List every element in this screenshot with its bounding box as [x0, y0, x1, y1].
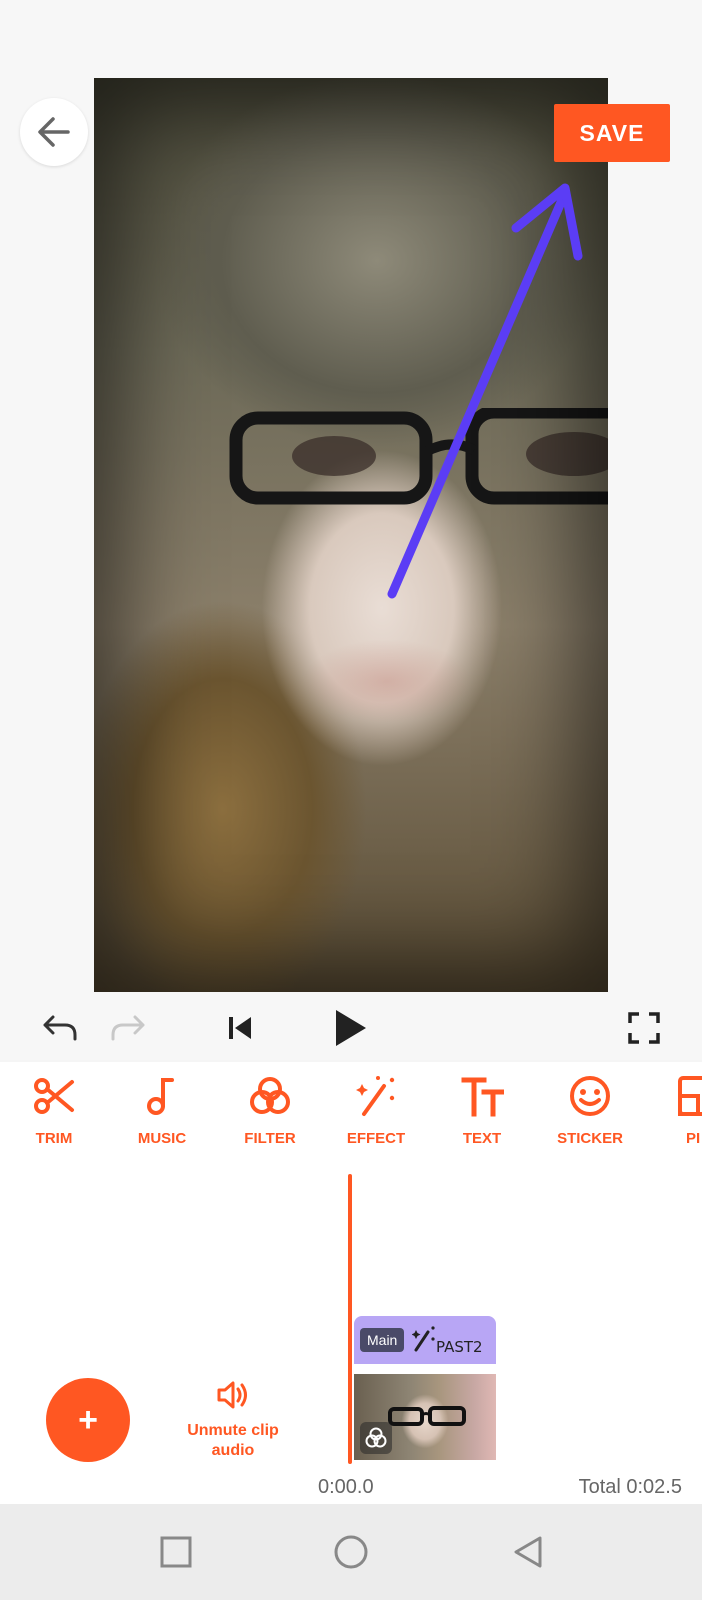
tool-music[interactable]: MUSIC	[108, 1074, 216, 1170]
clip-filter-indicator	[360, 1422, 392, 1454]
tool-label: TRIM	[35, 1130, 73, 1147]
filter-circles-icon	[365, 1427, 387, 1448]
video-preview-frame[interactable]	[94, 78, 608, 992]
tool-trim[interactable]: TRIM	[0, 1074, 108, 1170]
timeline: Main PAST2 + Unmute clip audio 0:00.0 To…	[0, 1170, 702, 1504]
system-navigation-bar	[0, 1504, 702, 1600]
playhead[interactable]	[348, 1174, 352, 1464]
back-nav-button[interactable]	[508, 1532, 548, 1572]
fullscreen-icon	[628, 1012, 660, 1044]
skip-to-start-button[interactable]	[218, 1006, 262, 1050]
total-duration: Total 0:02.5	[578, 1476, 682, 1498]
recents-button[interactable]	[156, 1532, 196, 1572]
editing-toolbar: TRIM MUSIC FILTER EFFECT TEXT STICKER PI	[0, 1062, 702, 1170]
home-button[interactable]	[331, 1532, 371, 1572]
triangle-back-icon	[514, 1536, 542, 1568]
square-icon	[160, 1536, 192, 1568]
play-button[interactable]	[328, 1006, 372, 1050]
tool-label: STICKER	[557, 1130, 623, 1147]
circle-icon	[334, 1535, 368, 1569]
magic-wand-icon	[412, 1326, 435, 1352]
fullscreen-button[interactable]	[622, 1006, 666, 1050]
tool-label: EFFECT	[346, 1130, 406, 1147]
main-clip-thumbnail[interactable]	[354, 1374, 496, 1460]
music-note-icon	[147, 1078, 174, 1115]
play-icon	[336, 1010, 366, 1046]
tool-pip[interactable]: PI	[642, 1074, 702, 1170]
redo-icon	[111, 1015, 145, 1041]
skip-to-start-icon	[229, 1017, 251, 1039]
pip-icon	[678, 1076, 702, 1116]
tool-label: MUSIC	[137, 1130, 187, 1147]
clip-effect-bar[interactable]: Main PAST2	[354, 1316, 496, 1364]
playback-controls	[0, 992, 702, 1062]
undo-icon	[43, 1015, 77, 1041]
tool-label: TEXT	[462, 1130, 502, 1147]
back-button[interactable]	[20, 98, 88, 166]
add-clip-button[interactable]: +	[46, 1378, 130, 1462]
tool-text[interactable]: TEXT	[428, 1074, 536, 1170]
thumbnail-glasses-shape	[388, 1406, 466, 1426]
tool-label: PI	[686, 1130, 701, 1147]
current-time: 0:00.0	[318, 1476, 374, 1498]
preview-area: SAVE	[0, 0, 702, 1060]
tool-label: FILTER	[244, 1130, 296, 1147]
magic-wand-icon	[356, 1076, 395, 1116]
effect-name-label: PAST2	[436, 1338, 483, 1356]
arrow-left-icon	[38, 117, 70, 147]
smiley-icon	[570, 1076, 610, 1116]
unmute-label: Unmute clip audio	[187, 1422, 279, 1459]
unmute-clip-audio-button[interactable]: Unmute clip audio	[168, 1380, 298, 1461]
tool-sticker[interactable]: STICKER	[536, 1074, 644, 1170]
tool-filter[interactable]: FILTER	[216, 1074, 324, 1170]
filter-circles-icon	[250, 1077, 290, 1114]
tool-effect[interactable]: EFFECT	[322, 1074, 430, 1170]
speaker-icon	[217, 1381, 247, 1409]
text-icon	[461, 1077, 504, 1117]
undo-button[interactable]	[38, 1006, 82, 1050]
redo-button[interactable]	[106, 1006, 150, 1050]
main-clip-badge: Main	[360, 1328, 405, 1352]
scissors-icon	[34, 1078, 74, 1114]
save-button[interactable]: SAVE	[554, 104, 670, 162]
preview-glasses-shape	[229, 408, 608, 505]
